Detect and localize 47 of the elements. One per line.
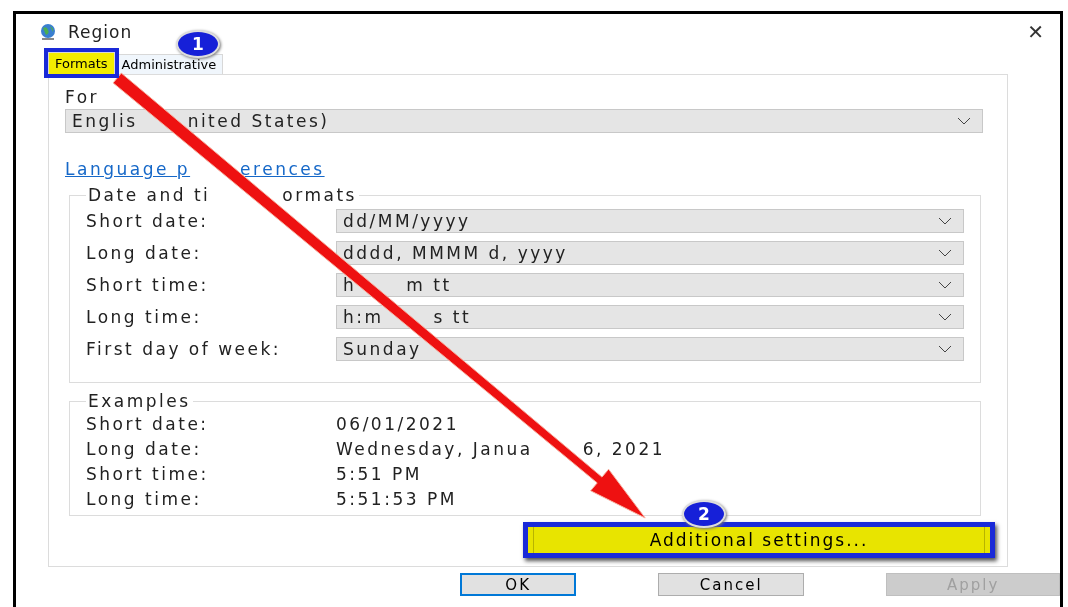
example-value: Wednesday, Janua [336, 438, 533, 459]
example-value: 5:51 PM [336, 463, 422, 484]
globe-icon [38, 22, 58, 42]
dropdown-value: h:m [343, 307, 384, 327]
format-dropdown[interactable]: dddd, MMMM d, yyyy [336, 241, 964, 265]
dropdown-value: s tt [433, 307, 472, 327]
dropdown-value: dd/MM/yyyy [343, 211, 471, 231]
example-label: Short time: [86, 463, 210, 484]
example-label: Short date: [86, 413, 210, 434]
format-dropdown[interactable]: Sunday [336, 337, 964, 361]
field-label: Short time: [86, 275, 210, 295]
additional-settings-button[interactable]: Additional settings... [533, 526, 985, 554]
chevron-icon [939, 282, 951, 288]
format-dropdown[interactable]: h:m s tt [336, 305, 964, 329]
dropdown-value: Sunday [343, 339, 422, 359]
dialog-button[interactable]: OK [460, 573, 577, 596]
chevron-icon [939, 346, 951, 352]
format-label: For [65, 87, 101, 109]
dialog-button[interactable]: Cancel [658, 573, 805, 596]
field-label: First day of week: [86, 339, 283, 359]
example-value: 6, 2021 [582, 438, 666, 459]
format-dropdown[interactable]: Englis nited States) [65, 109, 983, 133]
language-preferences-link[interactable]: erences [240, 159, 325, 179]
chevron-icon [958, 118, 970, 124]
example-label: Long time: [86, 488, 203, 509]
format-dropdown[interactable]: dd/MM/yyyy [336, 209, 964, 233]
dropdown-value: dddd, MMMM d, yyyy [343, 243, 568, 263]
language-preferences-link[interactable]: Language p [65, 159, 191, 179]
dropdown-value: nited States) [187, 111, 330, 131]
dropdown-value: h [343, 275, 357, 295]
chevron-icon [939, 218, 951, 224]
group-title: ormats [282, 185, 357, 205]
chevron-icon [939, 250, 951, 256]
example-label: Long date: [86, 438, 203, 459]
chevron-icon [939, 314, 951, 320]
format-dropdown[interactable]: h m tt [336, 273, 964, 297]
example-value: 5:51:53 PM [336, 488, 457, 509]
close-button[interactable]: ✕ [1021, 20, 1050, 44]
group-title: Examples [88, 391, 191, 411]
field-label: Long time: [86, 307, 203, 327]
field-label: Long date: [86, 243, 203, 263]
field-label: Short date: [86, 211, 210, 231]
example-value: 06/01/2021 [336, 413, 459, 434]
group-title: Date and ti [88, 185, 211, 205]
window-title: Region [68, 22, 133, 42]
dropdown-value: Englis [72, 111, 138, 131]
dropdown-value: m tt [406, 275, 452, 295]
